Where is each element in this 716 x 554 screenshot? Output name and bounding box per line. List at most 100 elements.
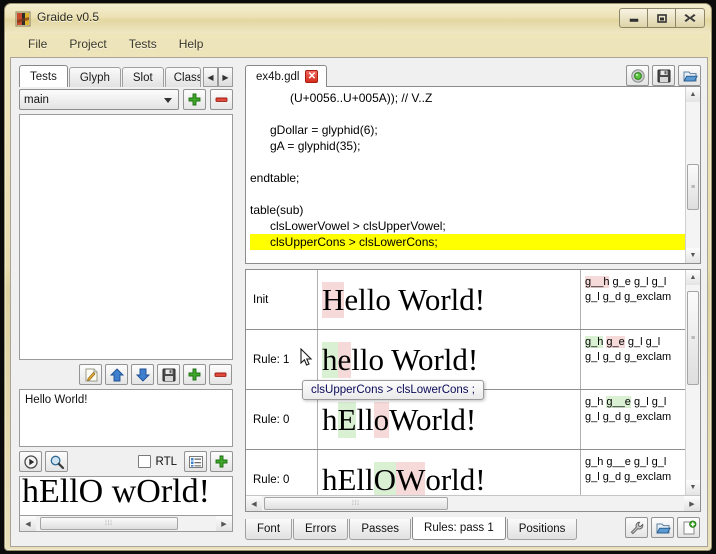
preview-scroll-thumb[interactable]: ⦙⦙⦙ (40, 517, 178, 530)
tab-glyph[interactable]: Glyph (68, 67, 121, 87)
menu-help[interactable]: Help (168, 35, 215, 53)
bottom-toolbar (625, 517, 700, 538)
preview-scroll-right-icon[interactable]: ▶ (216, 516, 232, 531)
minimize-button[interactable] (619, 8, 647, 28)
tests-list[interactable] (19, 114, 233, 360)
new-document-icon[interactable] (677, 517, 700, 538)
tab-rules-pass-1[interactable]: Rules: pass 1 (412, 517, 506, 540)
remove-test-icon[interactable] (209, 364, 232, 385)
glyph-segment: h (322, 401, 338, 437)
left-tab-strip: Tests Glyph Slot Class ◀ ▶ (19, 65, 233, 87)
rule-result-glyph-names: g_h g_e g_l g_l g_l g_d g_exclam (581, 330, 685, 389)
menu-file[interactable]: File (17, 35, 58, 53)
wrench-icon[interactable] (625, 517, 648, 538)
add-test-group-button[interactable] (183, 89, 206, 110)
close-button[interactable] (675, 8, 705, 28)
rtl-label: RTL (155, 455, 177, 468)
code-line: gDollar = glyphid(6); (250, 123, 378, 137)
add-test-icon[interactable] (183, 364, 206, 385)
rule-result-glyph-string[interactable]: Hello World! (318, 270, 581, 329)
right-panel: ex4b.gdl ✕ (U+0056..U+005A)); // V..Z gD… (243, 58, 707, 546)
tab-class[interactable]: Class (164, 67, 201, 87)
save-icon[interactable] (652, 65, 675, 86)
glyph-preview[interactable]: hEllO wOrld! (19, 476, 233, 516)
rule-result-row[interactable]: Init Hello World! g__h g_e g_l g_l g_l g_d … (246, 270, 685, 330)
tab-tests[interactable]: Tests (19, 65, 68, 87)
remove-test-group-button[interactable] (210, 89, 233, 110)
glyph-segment: llo World! (351, 341, 479, 377)
tab-errors[interactable]: Errors (293, 519, 349, 540)
edit-icon[interactable] (79, 364, 102, 385)
code-scroll-thumb[interactable]: ≡ (687, 164, 699, 210)
glyph-segment: E (337, 401, 357, 438)
add-entry-icon[interactable] (210, 451, 233, 472)
open-file-icon[interactable] (651, 517, 674, 538)
menu-bar: File Project Tests Help (5, 33, 711, 55)
preview-scroll-left-icon[interactable]: ◀ (20, 516, 36, 531)
code-editor[interactable]: (U+0056..U+005A)); // V..Z gDollar = gly… (245, 86, 701, 264)
glyph-segment: ello World! (344, 281, 486, 317)
search-icon[interactable] (45, 451, 68, 472)
run-test-icon[interactable] (19, 451, 42, 472)
tab-font[interactable]: Font (245, 519, 293, 540)
tab-slot[interactable]: Slot (121, 67, 164, 87)
results-scroll-right-icon[interactable]: ▶ (684, 496, 700, 511)
code-editor-text[interactable]: (U+0056..U+005A)); // V..Z gDollar = gly… (246, 87, 685, 263)
maximize-button[interactable] (647, 8, 675, 28)
code-scroll-up-icon[interactable]: ▲ (686, 87, 700, 102)
test-group-row: main (19, 89, 233, 110)
menu-tests[interactable]: Tests (118, 35, 168, 53)
results-scroll-up-icon[interactable]: ▲ (686, 270, 700, 285)
code-vscrollbar[interactable]: ▲ ≡ ▼ (685, 87, 700, 263)
entry-toolbar: RTL (19, 447, 233, 476)
rtl-checkbox[interactable] (138, 455, 152, 468)
code-scroll-down-icon[interactable]: ▼ (686, 248, 700, 263)
code-scroll-track[interactable]: ≡ (686, 102, 700, 248)
list-view-icon[interactable] (184, 451, 207, 472)
test-text-input[interactable]: Hello World! (19, 389, 233, 447)
build-run-icon[interactable] (626, 65, 649, 86)
results-hscroll-thumb[interactable]: ⦙⦙⦙ (264, 497, 448, 510)
move-down-icon[interactable] (131, 364, 154, 385)
rule-result-glyph-names: g_h g__e g_l g_l g_l g_d g_exclam (581, 450, 685, 495)
menu-project[interactable]: Project (58, 35, 117, 53)
close-icon[interactable]: ✕ (305, 70, 319, 83)
glyph-name-segment: g_l g_d g_exclam (585, 351, 672, 363)
rule-result-glyph-string[interactable]: hEll O World! (318, 450, 581, 495)
results-scroll-track[interactable]: ≡ (686, 285, 700, 480)
results-scroll-thumb[interactable]: ≡ (687, 291, 699, 385)
results-scroll-left-icon[interactable]: ◀ (246, 496, 262, 511)
editor-file-tab[interactable]: ex4b.gdl ✕ (245, 65, 328, 87)
tab-scroll-right-icon[interactable]: ▶ (218, 67, 233, 87)
test-group-value: main (24, 93, 49, 106)
glyph-segment: ll (356, 401, 374, 437)
rule-result-row[interactable]: Rule: 0 hEll O World! g_h g__e g_l g_l g_l g… (246, 450, 685, 495)
save-icon[interactable] (157, 364, 180, 385)
tab-scroll-left-icon[interactable]: ◀ (203, 67, 218, 87)
window-title: Graide v0.5 (37, 10, 100, 24)
move-up-icon[interactable] (105, 364, 128, 385)
tab-positions[interactable]: Positions (506, 519, 578, 540)
app-icon (15, 11, 31, 27)
rtl-checkbox-group[interactable]: RTL (138, 455, 177, 468)
tab-passes[interactable]: Passes (349, 519, 412, 540)
results-hscroll-track[interactable]: ⦙⦙⦙ (262, 496, 684, 511)
glyph-name-segment: g__e (606, 396, 631, 408)
left-panel: Tests Glyph Slot Class ◀ ▶ main Hello Wo… (11, 58, 239, 546)
test-group-combo[interactable]: main (19, 89, 179, 110)
results-hscrollbar[interactable]: ◀ ⦙⦙⦙ ▶ (246, 495, 700, 511)
glyph-preview-text: hEllO wOrld! (22, 476, 210, 510)
rule-result-label: Rule: 0 (246, 450, 318, 495)
editor-file-tab-label: ex4b.gdl (256, 70, 300, 83)
tab-scroll-buttons: ◀ ▶ (203, 67, 233, 87)
preview-scroll-track[interactable]: ⦙⦙⦙ (36, 516, 216, 531)
glyph-segment: e (337, 341, 352, 378)
results-scroll-down-icon[interactable]: ▼ (686, 480, 700, 495)
glyph-name-segment: g_h (585, 396, 607, 408)
preview-hscrollbar[interactable]: ◀ ⦙⦙⦙ ▶ (19, 516, 233, 532)
glyph-segment: o (373, 401, 390, 438)
results-vscrollbar[interactable]: ▲ ≡ ▼ (685, 270, 700, 495)
open-file-icon[interactable] (678, 65, 701, 86)
glyph-name-line: g_l g_d g_exclam (585, 470, 685, 485)
